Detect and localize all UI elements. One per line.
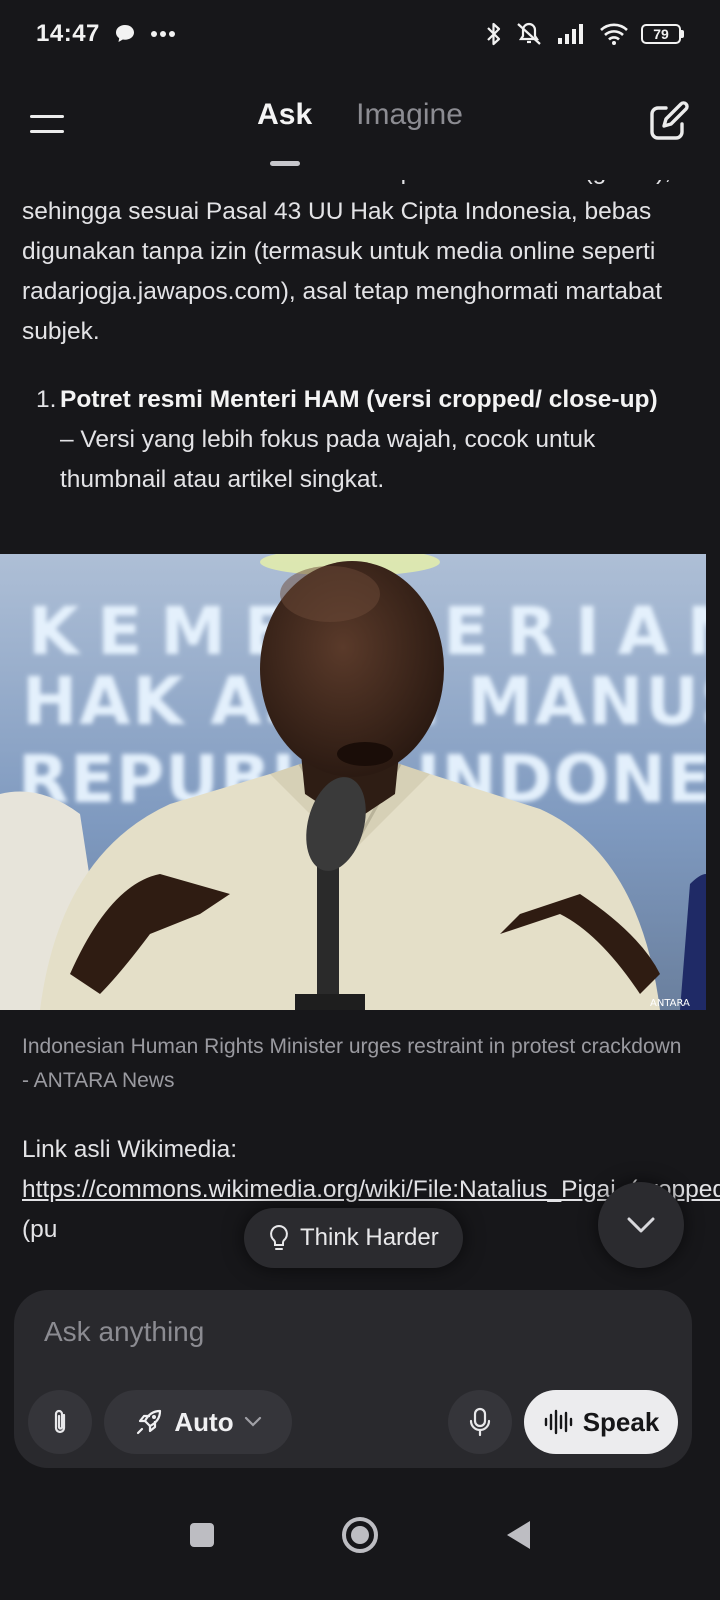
result-image[interactable]: KEMENTERIAN HAK ASASI MANUSIA REPUBLIK I…	[0, 554, 706, 1010]
recents-button[interactable]	[177, 1510, 227, 1560]
microphone-button[interactable]	[448, 1390, 512, 1454]
waveform-icon	[544, 1409, 572, 1435]
home-circle-icon	[342, 1517, 378, 1553]
battery-level: 79	[641, 24, 681, 44]
new-chat-button[interactable]	[644, 98, 692, 146]
link-suffix: (pu	[22, 1216, 58, 1243]
back-triangle-icon	[507, 1521, 530, 1549]
signal-icon	[558, 24, 583, 44]
tab-ask[interactable]: Ask	[257, 98, 313, 166]
home-button[interactable]	[335, 1510, 385, 1560]
tab-imagine[interactable]: Imagine	[356, 98, 463, 132]
image-watermark: ANTARA	[650, 998, 690, 1009]
status-bar: 14:47 79	[0, 0, 720, 68]
ask-input[interactable]	[44, 1310, 644, 1354]
active-tab-indicator	[269, 161, 300, 166]
wifi-icon	[600, 23, 628, 45]
chat-content: Data dari situs web Pemerintah Republik …	[0, 180, 720, 1290]
square-icon	[190, 1523, 214, 1547]
list-item: 1. Potret resmi Menteri HAM (versi cropp…	[36, 380, 666, 500]
mode-tabs: Ask Imagine	[0, 98, 720, 166]
attach-button[interactable]	[28, 1390, 92, 1454]
image-caption[interactable]: Indonesian Human Rights Minister urges r…	[22, 1030, 682, 1098]
mode-label: Auto	[174, 1406, 234, 1437]
top-header: Ask Imagine	[0, 80, 720, 180]
speak-label: Speak	[582, 1406, 660, 1437]
think-harder-label: Think Harder	[300, 1224, 439, 1251]
chat-bubble-icon	[115, 25, 134, 42]
list-item-description: – Versi yang lebih fokus pada wajah, coc…	[60, 426, 596, 493]
edit-icon	[650, 101, 689, 140]
battery-icon: 79	[641, 24, 684, 44]
tab-ask-label: Ask	[257, 98, 313, 131]
system-nav-bar	[0, 1490, 720, 1580]
think-harder-button[interactable]: Think Harder	[244, 1208, 463, 1268]
app-screen: 14:47 79 Ask Imagine sehingga sesuai Pas…	[0, 0, 720, 1600]
list-item-title: Potret resmi Menteri HAM (versi cropped/…	[60, 386, 658, 413]
list-text: Potret resmi Menteri HAM (versi cropped/…	[60, 380, 666, 500]
more-dots-icon	[150, 31, 175, 37]
status-time: 14:47	[36, 20, 100, 47]
chevron-down-icon	[627, 1217, 655, 1233]
speak-button[interactable]: Speak	[524, 1390, 678, 1454]
paperclip-icon	[54, 1409, 66, 1434]
chevron-down-icon	[244, 1416, 261, 1427]
mute-icon	[517, 22, 541, 45]
mode-selector[interactable]: Auto	[104, 1390, 292, 1454]
composer: Auto Speak	[14, 1290, 692, 1468]
bluetooth-icon	[487, 22, 501, 46]
rocket-icon	[137, 1409, 162, 1435]
back-button[interactable]	[493, 1510, 543, 1560]
lightbulb-icon	[270, 1224, 288, 1250]
answer-paragraph: sehingga sesuai Pasal 43 UU Hak Cipta In…	[22, 198, 663, 345]
scroll-down-button[interactable]	[598, 1182, 684, 1268]
microphone-icon	[469, 1407, 491, 1437]
truncated-line: Data dari situs web Pemerintah Republik …	[22, 180, 672, 192]
link-label: Link asli Wikimedia:	[22, 1136, 238, 1163]
tab-imagine-label: Imagine	[356, 98, 463, 131]
minister-photo: KEMENTERIAN HAK ASASI MANUSIA REPUBLIK I…	[0, 554, 706, 1010]
list-number: 1.	[36, 386, 57, 413]
